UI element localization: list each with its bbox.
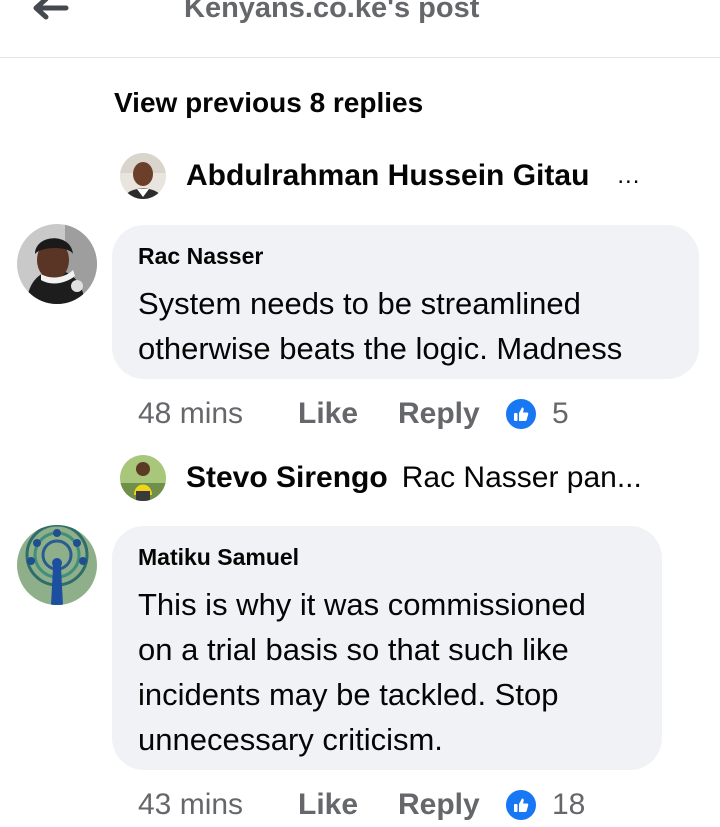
reply-button[interactable]: Reply [398,788,504,822]
avatar[interactable] [120,153,166,199]
comment-bubble[interactable]: Matiku Samuel This is why it was commiss… [112,526,662,770]
view-previous-replies-link[interactable]: View previous 8 replies [114,87,423,119]
reply-author-name[interactable]: Abdulrahman Hussein Gitau [186,159,589,193]
reaction-count[interactable]: 18 [552,788,585,822]
avatar[interactable] [17,224,97,304]
reaction-count[interactable]: 5 [552,397,569,431]
comment-text: System needs to be streamlined otherwise… [138,286,623,366]
back-arrow-icon [33,0,69,20]
reply-preview[interactable]: Abdulrahman Hussein Gitau ... [120,152,640,200]
reply-snippet: Rac Nasser pan... [401,461,642,494]
reply-preview[interactable]: Stevo Sirengo Rac Nasser pan... [120,454,656,502]
like-button[interactable]: Like [298,397,398,431]
more-indicator: ... [617,162,641,189]
comment-timestamp[interactable]: 43 mins [138,788,298,822]
comment-timestamp[interactable]: 48 mins [138,397,298,431]
post-title: Kenyans.co.ke's post [184,0,480,24]
like-button[interactable]: Like [298,788,398,822]
avatar[interactable] [17,525,97,605]
comment-author-name[interactable]: Rac Nasser [138,241,671,271]
comment-actions: 48 mins Like Reply 5 [138,392,569,436]
thumbs-up-icon[interactable] [504,788,538,822]
back-button[interactable] [28,0,72,28]
reply-author-name[interactable]: Stevo Sirengo [186,461,388,495]
thumbs-up-icon[interactable] [504,397,538,431]
reply-button[interactable]: Reply [398,397,504,431]
comment-author-name[interactable]: Matiku Samuel [138,542,634,572]
avatar[interactable] [120,455,166,501]
comment-text: This is why it was commissioned on a tri… [138,587,586,757]
comment-actions: 43 mins Like Reply 18 [138,783,585,827]
top-bar: Kenyans.co.ke's post [0,0,720,58]
comment-bubble[interactable]: Rac Nasser System needs to be streamline… [112,225,699,379]
